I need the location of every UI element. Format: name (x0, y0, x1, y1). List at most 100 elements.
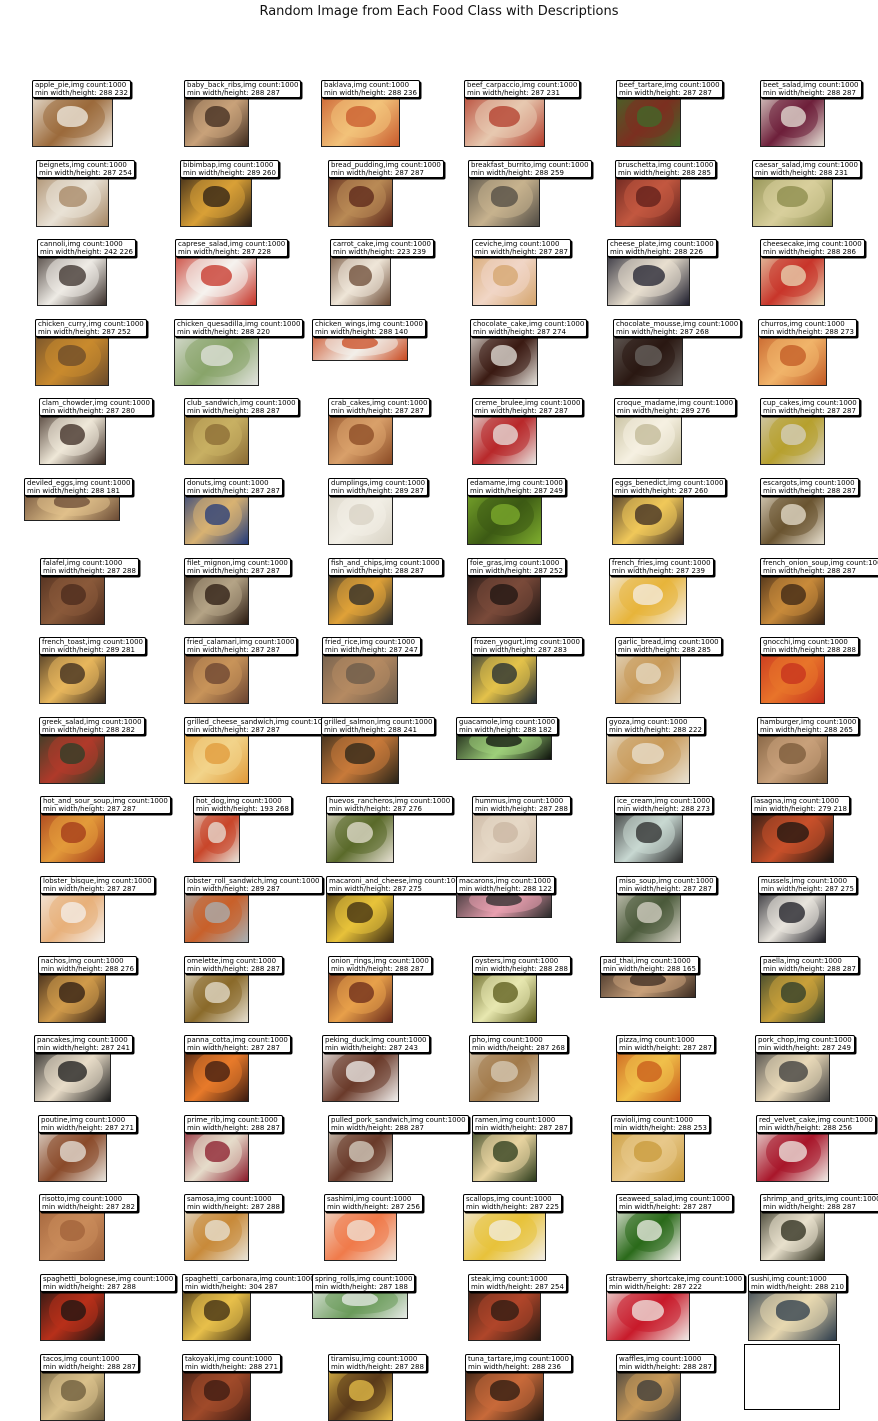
class-name-count: beef_carpaccio,img count:1000 (467, 81, 578, 89)
class-label: panna_cotta,img count:1000 min width/heig… (184, 1035, 291, 1053)
class-label: greek_salad,img count:1000 min width/heig… (39, 717, 145, 735)
class-name-count: hot_dog,img count:1000 (196, 797, 282, 805)
class-label: spaghetti_bolognese,img count:1000 min wi… (40, 1274, 177, 1292)
class-min-size: min width/height: 287 287 (619, 1044, 712, 1052)
food-shape (493, 982, 518, 1003)
class-min-size: min width/height: 304 287 (185, 1283, 278, 1291)
food-shape (347, 822, 373, 843)
class-min-size: min width/height: 287 274 (473, 328, 566, 336)
class-label: pizza,img count:1000 min width/height: 28… (616, 1035, 715, 1053)
food-shape (349, 265, 372, 286)
class-name-count: tuna_tartare,img count:1000 (468, 1355, 569, 1363)
class-label: oysters,img count:1000 min width/height: … (472, 956, 571, 974)
class-name-count: french_fries,img count:1000 (612, 559, 711, 567)
class-label: cheese_plate,img count:1000 min width/hei… (607, 239, 717, 257)
class-name-count: churros,img count:1000 (761, 320, 845, 328)
class-name-count: garlic_bread,img count:1000 (618, 638, 719, 646)
class-label: pulled_pork_sandwich,img count:1000 min w… (328, 1115, 469, 1133)
class-label: creme_brulee,img count:1000 min width/hei… (472, 398, 584, 416)
class-label: escargots,img count:1000 min width/height… (760, 478, 859, 496)
class-label: ramen,img count:1000 min width/height: 28… (472, 1115, 571, 1133)
class-label: tuna_tartare,img count:1000 min width/hei… (465, 1354, 572, 1372)
food-shape (637, 106, 662, 127)
class-name-count: creme_brulee,img count:1000 (475, 399, 581, 407)
class-name-count: samosa,img count:1000 (187, 1195, 272, 1203)
class-name-count: bibimbap,img count:1000 (183, 161, 274, 169)
class-name-count: chicken_curry,img count:1000 (38, 320, 144, 328)
food-shape (201, 265, 232, 286)
class-name-count: eggs_benedict,img count:1000 (615, 479, 724, 487)
class-min-size: min width/height: 287 288 (43, 1283, 136, 1291)
class-min-size: min width/height: 193 268 (196, 805, 289, 813)
class-label: pad_thai,img count:1000 min width/height:… (600, 956, 699, 974)
food-shape (780, 345, 806, 366)
class-name-count: strawberry_shortcake,img count:1000 (609, 1275, 743, 1283)
class-label: ice_cream,img count:1000 min width/height… (614, 796, 714, 814)
class-min-size: min width/height: 287 225 (466, 1203, 559, 1211)
class-min-size: min width/height: 288 259 (471, 169, 564, 177)
food-shape (637, 902, 662, 923)
food-shape (633, 584, 663, 605)
class-min-size: min width/height: 288 181 (27, 487, 120, 495)
class-label: chicken_wings,img count:1000 min width/he… (312, 319, 426, 337)
class-min-size: min width/height: 287 188 (315, 1283, 408, 1291)
class-min-size: min width/height: 287 271 (41, 1124, 134, 1132)
class-name-count: poutine,img count:1000 (41, 1116, 126, 1124)
class-name-count: panna_cotta,img count:1000 (187, 1036, 288, 1044)
class-name-count: club_sandwich,img count:1000 (187, 399, 296, 407)
food-shape (776, 1300, 810, 1321)
food-shape (349, 424, 374, 445)
class-min-size: min width/height: 287 287 (475, 1124, 568, 1132)
food-shape (635, 424, 661, 445)
class-min-size: min width/height: 287 247 (325, 646, 418, 654)
class-name-count: lasagna,img count:1000 (754, 797, 839, 805)
food-shape (489, 106, 520, 127)
class-min-size: min width/height: 288 287 (187, 1124, 280, 1132)
food-shape (60, 1141, 86, 1162)
food-shape (781, 584, 806, 605)
class-name-count: prime_rib,img count:1000 (187, 1116, 278, 1124)
class-min-size: min width/height: 287 287 (619, 1203, 712, 1211)
food-shape (781, 504, 806, 525)
class-name-count: gyoza,img count:1000 (609, 718, 688, 726)
class-label: breakfast_burrito,img count:1000 min widt… (468, 160, 592, 178)
class-name-count: seaweed_salad,img count:1000 (619, 1195, 730, 1203)
class-min-size: min width/height: 287 287 (331, 169, 424, 177)
class-label: filet_mignon,img count:1000 min width/hei… (184, 558, 291, 576)
class-label: bruschetta,img count:1000 min width/heigh… (615, 160, 717, 178)
food-shape (349, 504, 374, 525)
class-name-count: spaghetti_bolognese,img count:1000 (43, 1275, 174, 1283)
food-shape (634, 1141, 662, 1162)
food-shape (781, 106, 806, 127)
food-shape (61, 584, 86, 605)
class-name-count: foie_gras,img count:1000 (470, 559, 560, 567)
food-shape (349, 1141, 374, 1162)
class-label: hummus,img count:1000 min width/height: 2… (472, 796, 571, 814)
class-name-count: croque_madame,img count:1000 (617, 399, 734, 407)
class-name-count: carrot_cake,img count:1000 (333, 240, 431, 248)
food-shape (346, 663, 375, 684)
class-label: lobster_bisque,img count:1000 min width/h… (40, 876, 155, 894)
class-min-size: min width/height: 287 287 (187, 726, 280, 734)
food-shape (342, 336, 378, 349)
class-label: fried_rice,img count:1000 min width/heigh… (322, 637, 421, 655)
class-min-size: min width/height: 287 287 (187, 1044, 280, 1052)
food-shape (201, 345, 233, 366)
food-shape (346, 106, 376, 127)
class-label: huevos_rancheros,img count:1000 min width… (326, 796, 454, 814)
class-label: falafel,img count:1000 min width/height: … (40, 558, 139, 576)
food-shape (781, 663, 806, 684)
class-label: bibimbap,img count:1000 min width/height:… (180, 160, 279, 178)
food-shape (486, 734, 522, 747)
class-name-count: spaghetti_carbonara,img count:1000 (185, 1275, 315, 1283)
food-shape (54, 495, 90, 508)
class-min-size: min width/height: 288 285 (618, 646, 711, 654)
food-shape (60, 1220, 85, 1241)
class-label: deviled_eggs,img count:1000 min width/hei… (24, 478, 134, 496)
class-label: prime_rib,img count:1000 min width/height… (184, 1115, 283, 1133)
class-min-size: min width/height: 287 287 (331, 407, 424, 415)
class-min-size: min width/height: 288 282 (42, 726, 135, 734)
class-label: onion_rings,img count:1000 min width/heig… (328, 956, 432, 974)
class-min-size: min width/height: 288 222 (609, 726, 702, 734)
class-label: baby_back_ribs,img count:1000 min width/h… (184, 80, 302, 98)
